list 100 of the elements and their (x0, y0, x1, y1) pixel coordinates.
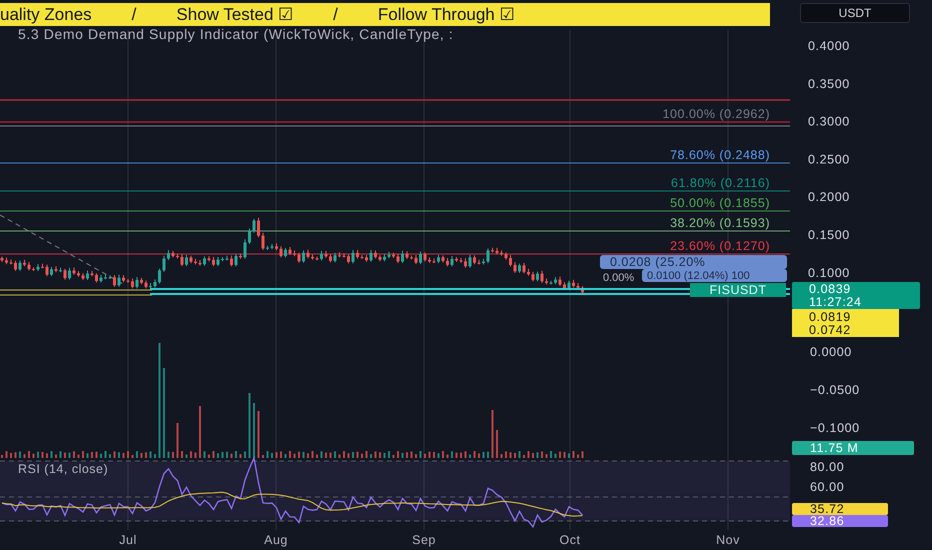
candle (136, 276, 138, 289)
candle (334, 252, 336, 263)
candle (230, 255, 233, 267)
candle (558, 276, 562, 287)
candle (32, 266, 35, 272)
candle (288, 246, 292, 256)
candle (203, 256, 206, 266)
candle (176, 253, 179, 259)
fib-level-label: 50.00% (0.1855) (670, 196, 770, 210)
candle (158, 268, 161, 284)
candle (50, 266, 53, 277)
fib-level-label: 78.60% (0.2488) (670, 148, 770, 162)
candle (392, 252, 395, 258)
candle (248, 228, 251, 244)
banner-text: uality Zones (0, 4, 92, 24)
fib-level-label: 23.60% (0.1270) (670, 239, 770, 253)
candle (252, 218, 256, 234)
candle (540, 270, 544, 284)
candle (185, 254, 188, 267)
candle (432, 258, 436, 264)
candle (36, 264, 40, 272)
measure-box: 0.0100 (12.04%) 100 (642, 269, 787, 282)
zone-price-tag: 0.0819 0.0742 (792, 309, 899, 337)
candle (90, 270, 94, 277)
candle (496, 247, 498, 255)
candle (59, 267, 62, 273)
candle (126, 278, 130, 284)
rsi-average-tag: 35.72 (792, 502, 888, 516)
candle (486, 248, 490, 264)
rsi-axis-label: 80.00 (810, 460, 844, 474)
candle (338, 252, 341, 258)
candle (10, 259, 12, 265)
candle (324, 250, 328, 258)
candle (378, 254, 382, 262)
candle (284, 248, 287, 258)
candle (212, 256, 215, 267)
candle (144, 280, 148, 289)
candle (302, 250, 305, 264)
candle (478, 259, 480, 266)
candle (68, 267, 71, 280)
candle (239, 253, 242, 260)
candle (388, 251, 390, 259)
candle (104, 274, 107, 280)
symbol-tag: FISUSDT (690, 283, 786, 297)
candle (262, 232, 264, 250)
candle (86, 270, 89, 281)
rsi-axis-label: 60.00 (810, 480, 844, 494)
volume-axis-label: 0.0000 (810, 345, 852, 359)
candle (226, 255, 228, 262)
candle (464, 258, 467, 268)
price-axis-label: 0.2500 (808, 152, 850, 166)
candle (514, 262, 516, 274)
candle (356, 249, 359, 260)
candle (280, 246, 282, 258)
candle (234, 253, 238, 267)
measure-box: 0.0208 (25.20% (600, 255, 787, 269)
candle (419, 250, 422, 265)
time-axis-label: Aug (264, 533, 288, 547)
candle (572, 279, 575, 288)
candle (100, 274, 102, 284)
banner-text: Show Tested ☑ (176, 4, 294, 25)
last-price-tag: 0.0839 11:27:24 (792, 282, 920, 309)
currency-button[interactable]: USDT (800, 3, 910, 23)
candle (95, 272, 98, 284)
candle (198, 260, 202, 266)
candle (576, 282, 580, 290)
candle (154, 278, 156, 288)
price-axis-label: 0.1500 (808, 228, 850, 242)
candle (72, 266, 76, 276)
candle (149, 282, 152, 289)
candle (468, 254, 472, 268)
candle (504, 252, 508, 260)
banner-text: Follow Through ☑ (378, 4, 514, 25)
candle (329, 254, 332, 263)
candle (208, 256, 210, 262)
candle (244, 238, 246, 260)
candle (545, 278, 548, 285)
rsi-value-tag: 32.86 (792, 514, 888, 528)
fib-level-label: 61.80% (0.2116) (671, 176, 770, 190)
price-axis-label: 0.3000 (808, 114, 850, 129)
candle (180, 253, 184, 267)
candle (275, 242, 278, 251)
candle (64, 268, 66, 280)
indicator-title: 5.3 Demo Demand Supply Indicator (WickToWick, CandleType, : (18, 26, 454, 42)
candle (118, 274, 120, 288)
time-axis-label: Nov (716, 533, 740, 547)
candle (509, 254, 512, 267)
candle (140, 277, 143, 285)
candle (320, 250, 323, 261)
candle (41, 263, 44, 269)
candle (190, 255, 192, 264)
candle (522, 262, 526, 274)
candle (383, 253, 386, 262)
price-axis-label: 0.3500 (808, 76, 850, 91)
time-axis-label: Oct (560, 533, 580, 547)
candle (293, 250, 296, 257)
candle (257, 217, 260, 238)
candle (162, 255, 166, 272)
candle (442, 254, 444, 263)
candle (167, 250, 170, 261)
